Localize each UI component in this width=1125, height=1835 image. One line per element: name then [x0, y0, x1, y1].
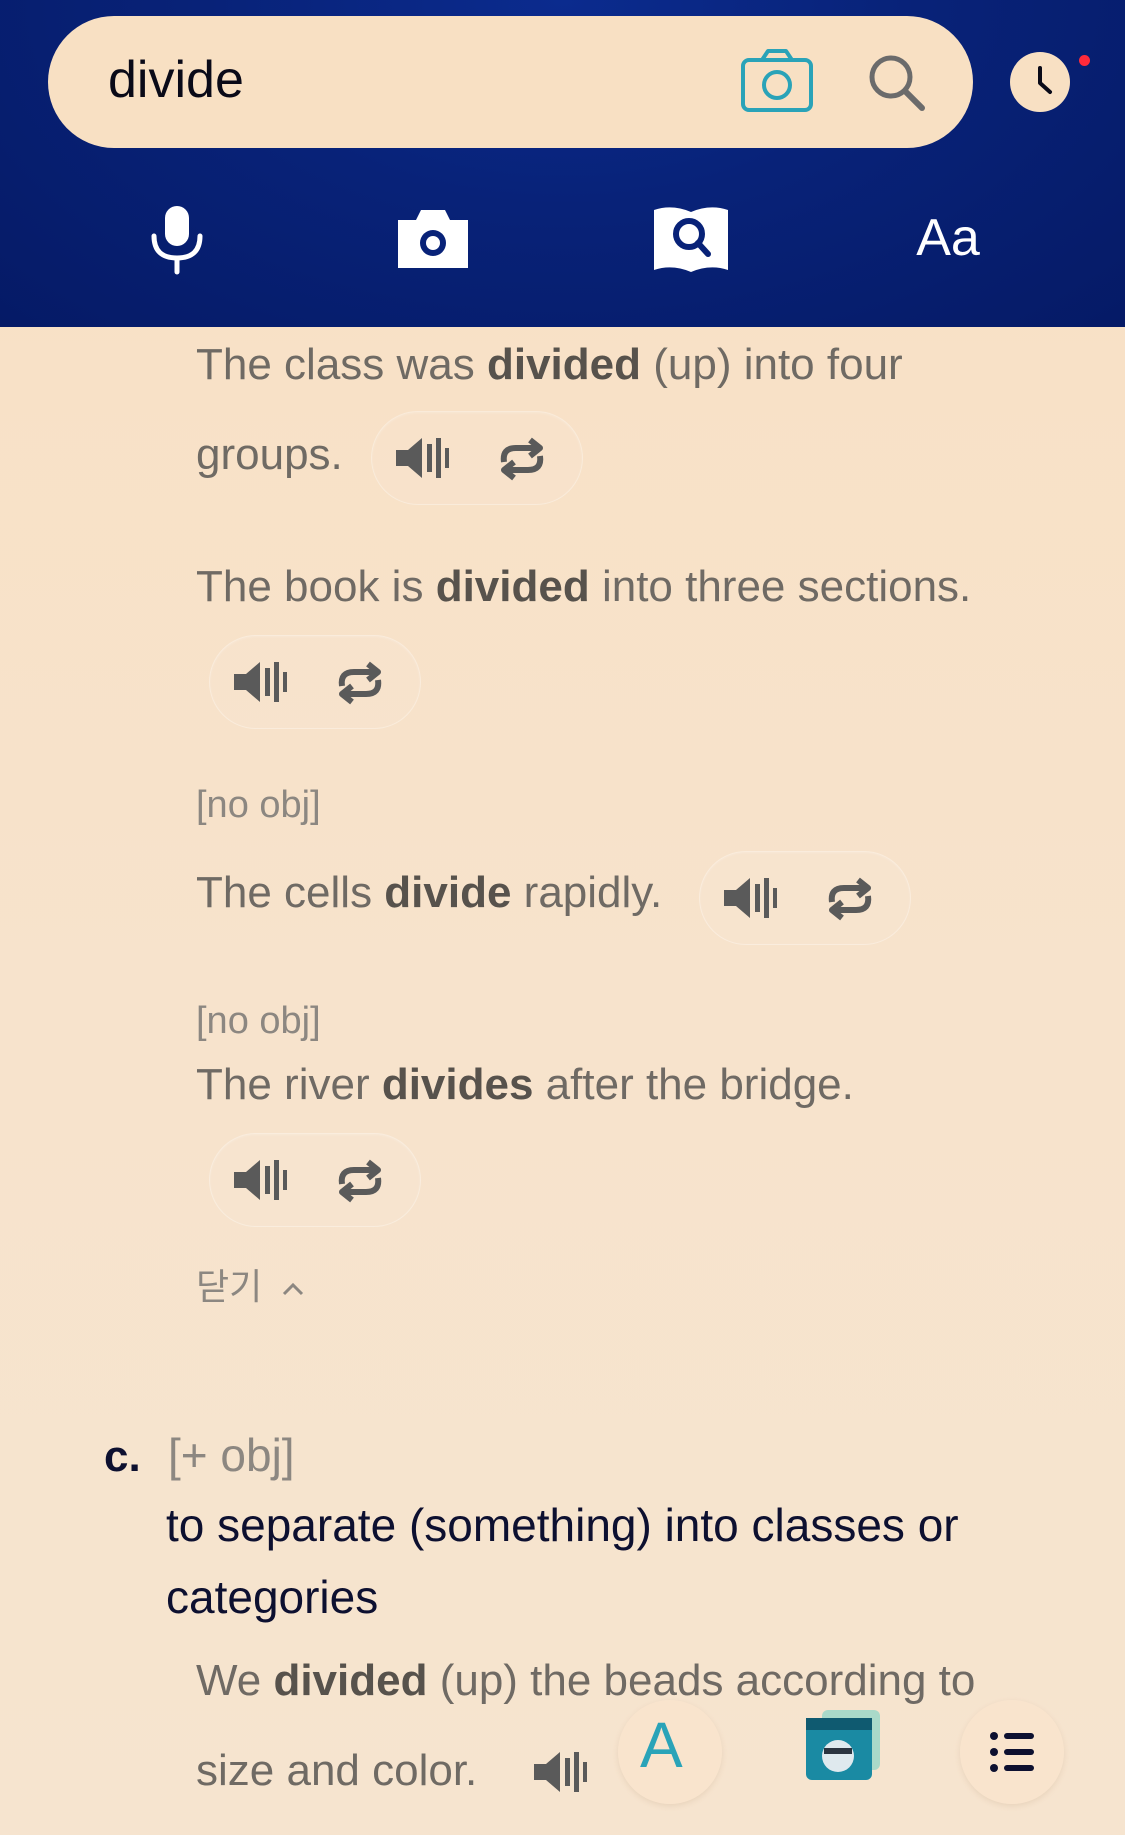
- microphone-icon: [151, 206, 203, 275]
- example-sentence-3: The cells divide rapidly.: [196, 868, 663, 917]
- repeat-icon[interactable]: [496, 436, 548, 482]
- speaker-icon[interactable]: [232, 1156, 292, 1204]
- notification-dot: [1079, 55, 1090, 66]
- grammar-tag: [no obj]: [196, 1000, 321, 1042]
- repeat-icon[interactable]: [334, 1158, 386, 1204]
- example-sentence-5: We divided (up) the beads according to: [196, 1656, 976, 1705]
- audio-controls: [210, 1134, 420, 1226]
- example-sentence-2: The book is divided into three sections.: [196, 562, 972, 611]
- history-button[interactable]: [1010, 52, 1070, 112]
- grammar-tag: [no obj]: [196, 784, 321, 826]
- repeat-icon[interactable]: [334, 660, 386, 706]
- book-search-button[interactable]: [646, 198, 736, 278]
- close-examples-button[interactable]: 닫기: [196, 1258, 306, 1310]
- audio-controls: [210, 636, 420, 728]
- top-header: divide Aa: [0, 0, 1125, 327]
- speaker-icon[interactable]: [394, 434, 454, 482]
- example-sentence-1-cont: groups.: [196, 430, 343, 479]
- book-search-icon: [654, 207, 728, 272]
- camera-icon: [398, 210, 468, 268]
- repeat-icon[interactable]: [824, 876, 876, 922]
- grammar-tag: [+ obj]: [168, 1429, 295, 1481]
- wordbook-icon: [806, 1710, 880, 1780]
- search-icon[interactable]: [866, 52, 928, 114]
- speaker-icon[interactable]: [722, 874, 782, 922]
- search-bar[interactable]: divide: [48, 16, 973, 148]
- camera-search-icon[interactable]: [740, 48, 814, 114]
- voice-search-button[interactable]: [132, 198, 222, 278]
- menu-button[interactable]: [960, 1700, 1064, 1804]
- audio-controls: [372, 412, 582, 504]
- speaker-icon[interactable]: [232, 658, 292, 706]
- photo-search-button[interactable]: [388, 198, 478, 278]
- example-sentence-5-cont: size and color.: [196, 1746, 478, 1795]
- chevron-up-icon: [283, 1282, 304, 1296]
- definition-line-1: to separate (something) into classes or: [166, 1499, 959, 1551]
- example-sentence-4: The river divides after the bridge.: [196, 1060, 854, 1109]
- font-size-button[interactable]: Aa: [900, 198, 996, 278]
- vocabulary-button[interactable]: A: [618, 1700, 722, 1804]
- search-input[interactable]: divide: [108, 50, 244, 110]
- example-sentence-1: The class was divided (up) into four: [196, 340, 903, 389]
- sense-letter: c.: [104, 1432, 141, 1481]
- wordbook-button[interactable]: [792, 1700, 896, 1804]
- clock-icon: [1038, 66, 1052, 94]
- list-icon: [990, 1732, 1034, 1772]
- definition-line-2: categories: [166, 1571, 379, 1623]
- speaker-icon[interactable]: [532, 1748, 602, 1804]
- audio-controls: [700, 852, 910, 944]
